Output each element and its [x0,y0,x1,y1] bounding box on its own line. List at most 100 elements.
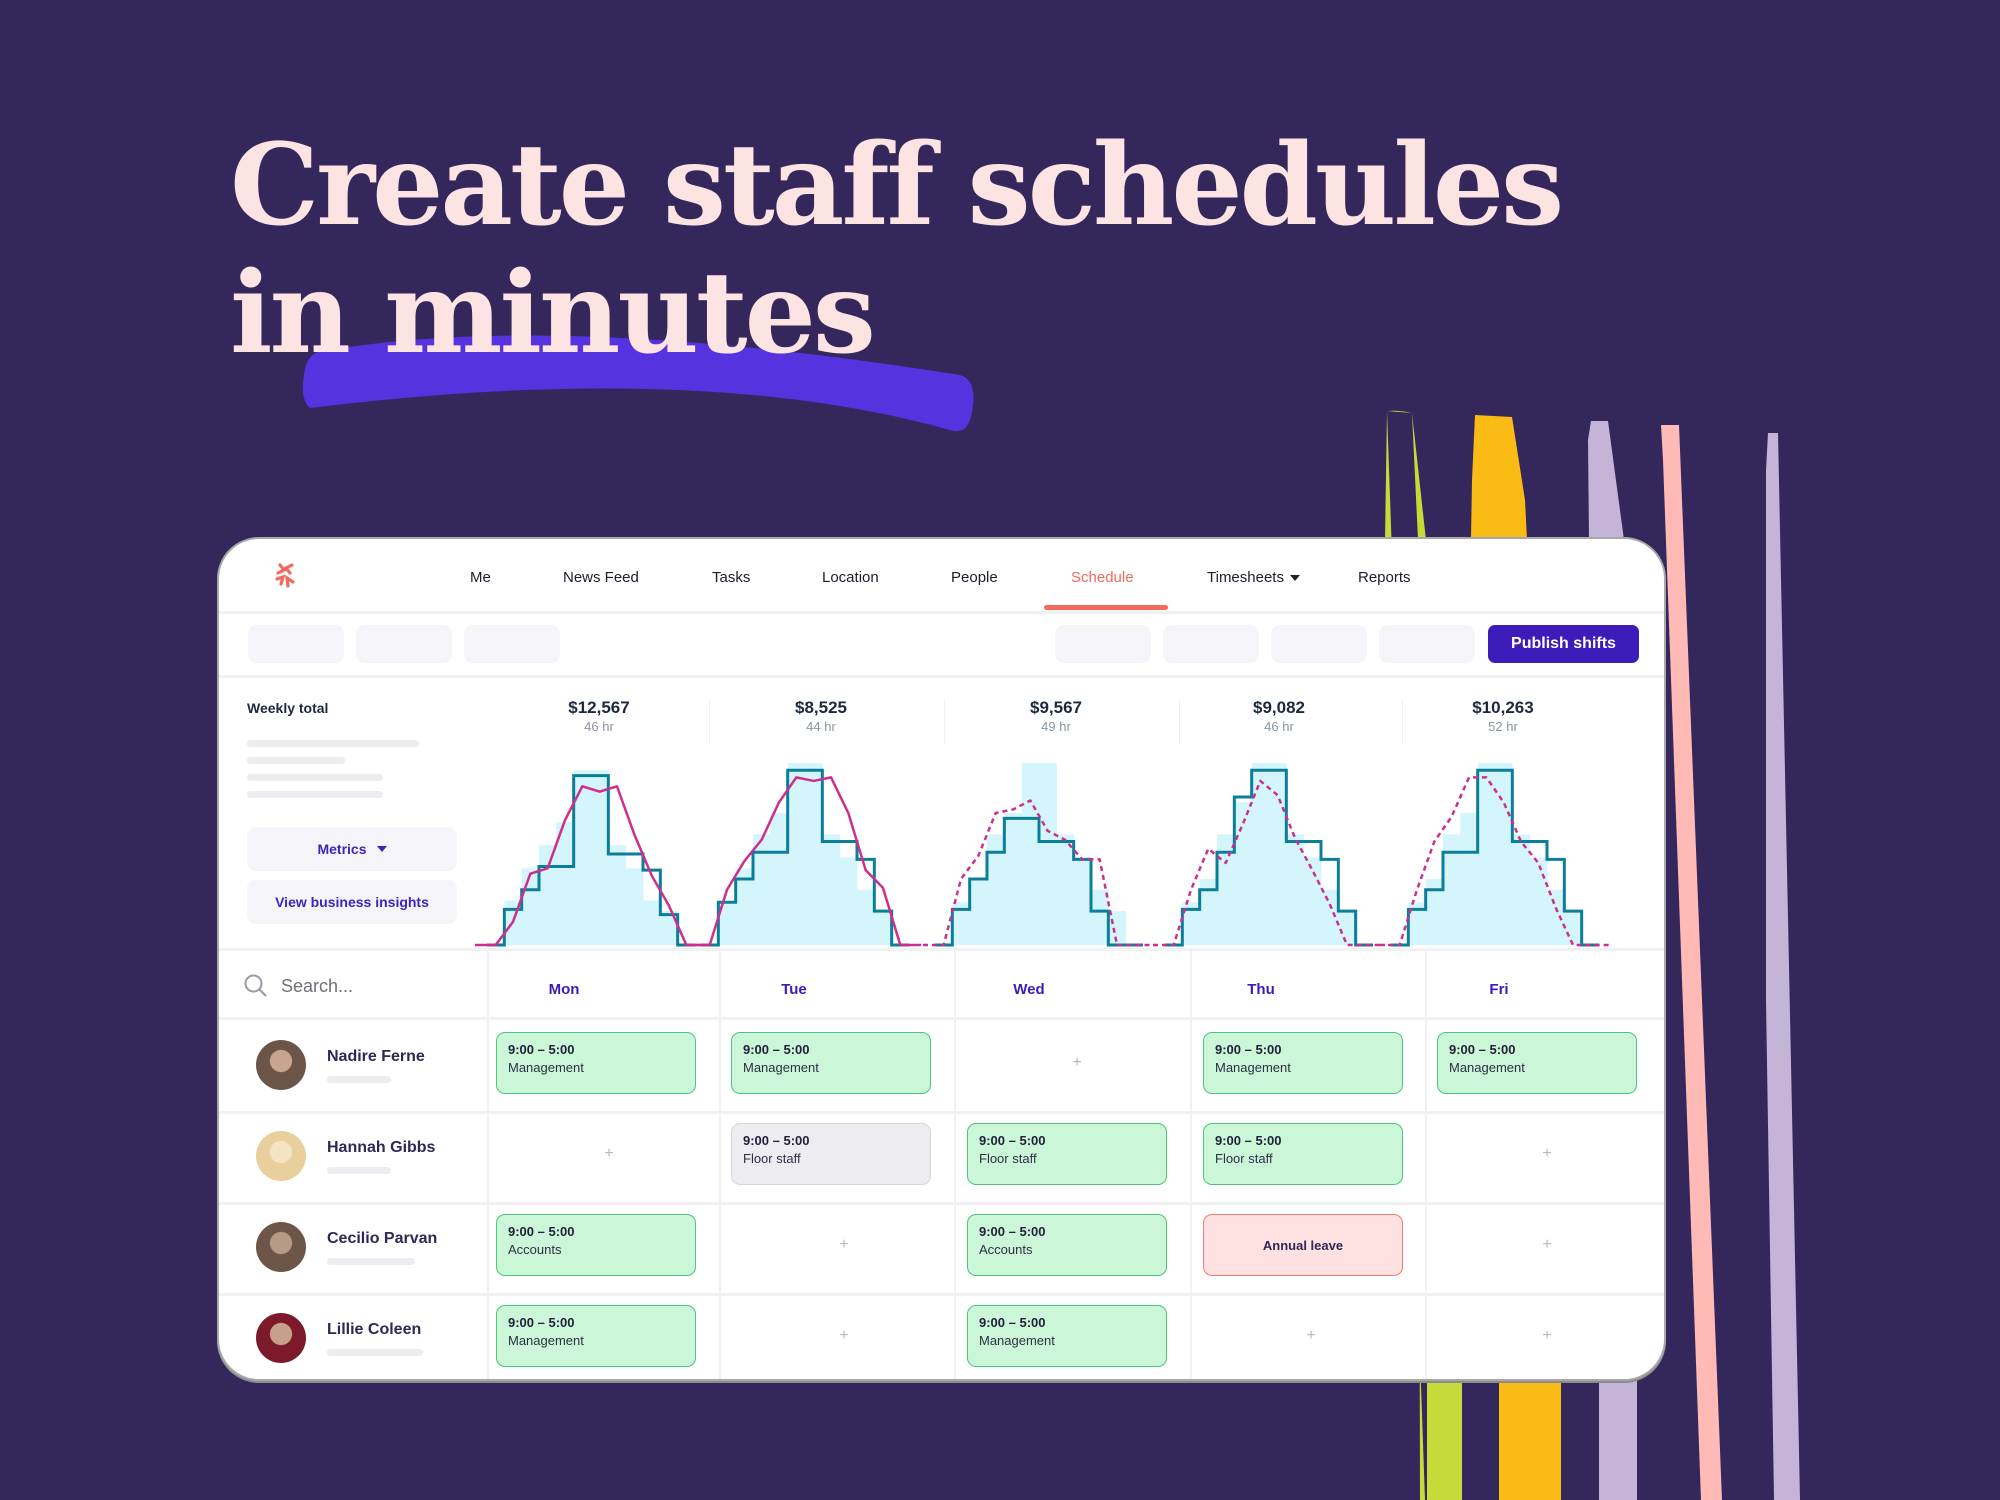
demand-bar-wed [969,879,988,945]
shift-time: 9:00 – 5:00 [508,1224,575,1239]
skeleton-line [327,1258,415,1265]
demand-bar-fri [1564,911,1583,945]
nav-schedule[interactable]: Schedule [1071,569,1134,586]
shift-card[interactable]: 9:00 – 5:00 Accounts [496,1214,696,1276]
demand-bar-tue [874,911,893,945]
headline: Create staff schedules in minutes [230,122,1564,378]
demand-bar-thu [1321,889,1339,945]
nav-people[interactable]: People [951,569,998,586]
stripe-lavender-2 [1766,433,1800,1500]
shift-card[interactable]: 9:00 – 5:00 Management [1203,1032,1403,1094]
publish-shifts-button[interactable]: Publish shifts [1488,625,1639,663]
shift-role: Management [1449,1060,1525,1075]
leave-card[interactable]: Annual leave [1203,1214,1403,1276]
stripe-lavender-1 [1588,421,1624,540]
nav-me[interactable]: Me [470,569,491,586]
shift-card[interactable]: 9:00 – 5:00 Floor staff [1203,1123,1403,1185]
avatar-hannah[interactable] [256,1131,306,1181]
demand-bar-mon [660,911,679,945]
employee-row: Nadire Ferne 9:00 – 5:00 Management 9:00 – … [219,1020,1664,1114]
shift-card[interactable]: 9:00 – 5:00 Management [967,1305,1167,1367]
day-header-mon: Mon [548,981,580,998]
shift-role: Management [979,1333,1055,1348]
schedule-app-window: Me News Feed Tasks Location People Sched… [217,537,1666,1381]
shift-card[interactable]: 9:00 – 5:00 Accounts [967,1214,1167,1276]
shift-time: 9:00 – 5:00 [979,1224,1046,1239]
shift-role: Management [743,1060,819,1075]
shift-card[interactable]: 9:00 – 5:00 Management [496,1305,696,1367]
toolbar-placeholder-button[interactable] [1271,625,1367,663]
demand-bar-fri [1495,763,1513,945]
nav-timesheets[interactable]: Timesheets [1207,569,1300,586]
employee-name[interactable]: Nadire Ferne [327,1048,425,1066]
toolbar-placeholder-button[interactable] [248,625,344,663]
starburst-logo-icon[interactable] [269,559,301,591]
add-shift-button[interactable]: + [1537,1145,1557,1163]
day-header-tue: Tue [781,981,807,998]
stripe-yellow [1471,415,1527,540]
skeleton-line [327,1349,423,1356]
demand-bar-wed [1073,857,1092,945]
day-header-wed: Wed [1013,981,1045,998]
add-shift-button[interactable]: + [834,1236,854,1254]
demand-bar-fri [1512,834,1531,945]
demand-bar-wed [1091,889,1109,945]
shift-card[interactable]: 9:00 – 5:00 Floor staff [967,1123,1167,1185]
staffing-chart [475,763,1611,947]
add-shift-button[interactable]: + [1301,1327,1321,1345]
demand-bar-fri [1477,763,1496,945]
employee-row: Hannah Gibbs +9:00 – 5:00 Floor staff 9:00 … [219,1111,1664,1205]
add-shift-button[interactable]: + [1537,1236,1557,1254]
stripe-yellow-bottom [1499,1378,1561,1500]
search-box[interactable] [243,973,433,999]
demand-bar-tue [770,813,789,945]
demand-bar-tue [787,763,806,945]
demand-bar-tue [857,889,875,945]
search-icon [244,974,267,997]
stripe-pink [1661,425,1722,1500]
column-divider [719,951,721,1379]
demand-bar-fri [1529,857,1548,945]
shift-card[interactable]: 9:00 – 5:00 Management [496,1032,696,1094]
shift-time: 9:00 – 5:00 [979,1133,1046,1148]
employee-name[interactable]: Lillie Coleen [327,1321,421,1339]
add-shift-button[interactable]: + [1537,1327,1557,1345]
employee-row: Lillie Coleen 9:00 – 5:00 Management +9:00 … [219,1293,1664,1379]
demand-bar-wed [1004,813,1023,945]
nav-reports[interactable]: Reports [1358,569,1411,586]
employee-name[interactable]: Hannah Gibbs [327,1139,435,1157]
search-input[interactable] [279,974,433,998]
shift-card[interactable]: 9:00 – 5:00 Management [1437,1032,1637,1094]
add-shift-button[interactable]: + [834,1327,854,1345]
shift-role: Floor staff [743,1151,801,1166]
avatar-nadire[interactable] [256,1040,306,1090]
nav-location[interactable]: Location [822,569,879,586]
nav-news-feed[interactable]: News Feed [563,569,639,586]
toolbar: Publish shifts [219,611,1664,678]
demand-bar-mon [643,900,661,945]
toolbar-placeholder-button[interactable] [1163,625,1259,663]
shift-role: Accounts [508,1242,562,1257]
employee-name[interactable]: Cecilio Parvan [327,1230,437,1248]
shift-role: Management [508,1060,584,1075]
add-shift-button[interactable]: + [599,1145,619,1163]
demand-bar-thu [1251,763,1270,945]
shift-card[interactable]: 9:00 – 5:00 Floor staff [731,1123,931,1185]
grid-header-row: Mon Tue Wed Thu Fri [219,951,1664,1020]
avatar-lillie[interactable] [256,1313,306,1363]
skeleton-line [327,1167,391,1174]
toolbar-placeholder-button[interactable] [464,625,560,663]
avatar-cecilio[interactable] [256,1222,306,1272]
toolbar-placeholder-button[interactable] [356,625,452,663]
shift-role: Management [1215,1060,1291,1075]
shift-role: Floor staff [979,1151,1037,1166]
nav-tasks[interactable]: Tasks [712,569,750,586]
shift-card[interactable]: 9:00 – 5:00 Management [731,1032,931,1094]
demand-bar-wed [1056,834,1075,945]
column-divider [1190,951,1192,1379]
add-shift-button[interactable]: + [1067,1054,1087,1072]
toolbar-placeholder-button[interactable] [1055,625,1151,663]
demand-bar-mon [521,868,540,945]
shift-time: 9:00 – 5:00 [1215,1042,1282,1057]
toolbar-placeholder-button[interactable] [1379,625,1475,663]
